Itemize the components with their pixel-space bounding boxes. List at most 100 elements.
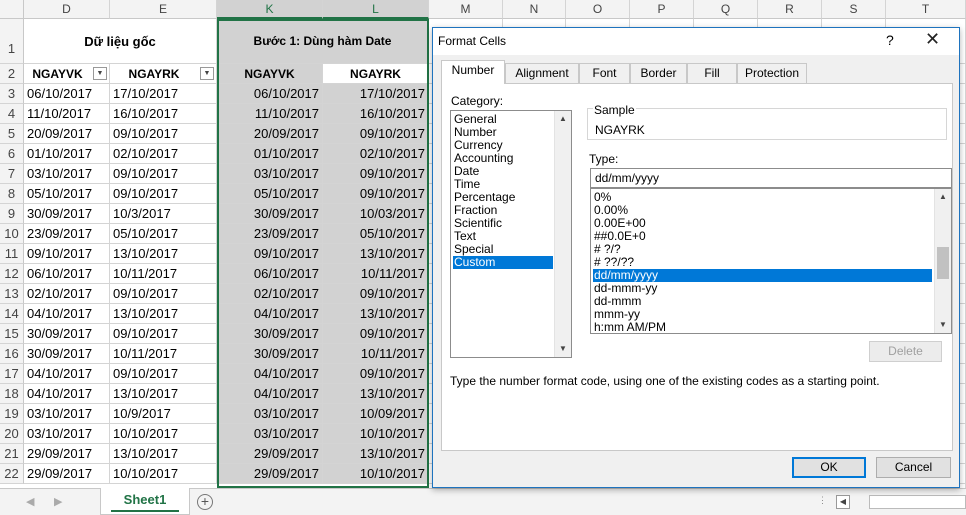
table-cell[interactable]: 09/10/2017 bbox=[110, 284, 217, 304]
table-cell[interactable]: 29/09/2017 bbox=[24, 444, 110, 464]
table-cell[interactable]: 10/09/2017 bbox=[323, 404, 429, 424]
row-header[interactable]: 9 bbox=[0, 204, 24, 224]
row-header[interactable]: 13 bbox=[0, 284, 24, 304]
table-cell[interactable]: 10/10/2017 bbox=[110, 464, 217, 484]
header-raw-data[interactable]: Dữ liệu gốc bbox=[24, 19, 217, 64]
row-header[interactable]: 4 bbox=[0, 104, 24, 124]
triangle-right-icon[interactable]: ▶ bbox=[54, 495, 62, 508]
table-cell[interactable]: 05/10/2017 bbox=[24, 184, 110, 204]
cancel-button[interactable]: Cancel bbox=[876, 457, 951, 478]
table-cell[interactable]: 30/09/2017 bbox=[217, 344, 323, 364]
table-cell[interactable]: 02/10/2017 bbox=[217, 284, 323, 304]
scroll-up-icon[interactable]: ▲ bbox=[555, 111, 571, 127]
scroll-down-icon[interactable]: ▼ bbox=[935, 317, 951, 333]
table-cell[interactable]: 17/10/2017 bbox=[323, 84, 429, 104]
table-cell[interactable]: 10/10/2017 bbox=[110, 424, 217, 444]
plus-circle-icon[interactable]: + bbox=[197, 494, 213, 510]
table-cell[interactable]: 29/09/2017 bbox=[24, 464, 110, 484]
table-cell[interactable]: 23/09/2017 bbox=[217, 224, 323, 244]
table-cell[interactable]: 04/10/2017 bbox=[217, 364, 323, 384]
table-cell[interactable]: 06/10/2017 bbox=[217, 264, 323, 284]
table-cell[interactable]: 17/10/2017 bbox=[110, 84, 217, 104]
type-item[interactable]: dd-mmm-yy bbox=[593, 282, 932, 295]
table-cell[interactable]: 09/10/2017 bbox=[323, 164, 429, 184]
scroll-up-icon[interactable]: ▲ bbox=[935, 189, 951, 205]
colheader-ngayvk-step1[interactable]: NGAYVK bbox=[217, 64, 323, 84]
column-header[interactable]: D bbox=[24, 0, 110, 19]
table-cell[interactable]: 09/10/2017 bbox=[110, 184, 217, 204]
dialog-titlebar[interactable]: Format Cells ? ✕ bbox=[433, 28, 959, 55]
table-cell[interactable]: 10/03/2017 bbox=[323, 204, 429, 224]
colheader-ngayvk-raw[interactable]: NGAYVK ▼ bbox=[24, 64, 110, 84]
table-cell[interactable]: 09/10/2017 bbox=[24, 244, 110, 264]
table-cell[interactable]: 04/10/2017 bbox=[24, 384, 110, 404]
table-cell[interactable]: 04/10/2017 bbox=[217, 384, 323, 404]
row-header[interactable]: 18 bbox=[0, 384, 24, 404]
close-icon[interactable]: ✕ bbox=[925, 29, 940, 50]
table-cell[interactable]: 03/10/2017 bbox=[217, 424, 323, 444]
filter-dropdown-icon[interactable]: ▼ bbox=[200, 67, 214, 80]
row-header[interactable]: 16 bbox=[0, 344, 24, 364]
table-cell[interactable]: 30/09/2017 bbox=[217, 204, 323, 224]
tab-alignment[interactable]: Alignment bbox=[505, 63, 579, 84]
filter-dropdown-icon[interactable]: ▼ bbox=[93, 67, 107, 80]
row-header[interactable]: 7 bbox=[0, 164, 24, 184]
table-cell[interactable]: 10/10/2017 bbox=[323, 464, 429, 484]
column-header[interactable]: O bbox=[566, 0, 630, 19]
table-cell[interactable]: 06/10/2017 bbox=[217, 84, 323, 104]
table-cell[interactable]: 10/11/2017 bbox=[323, 264, 429, 284]
table-cell[interactable]: 05/10/2017 bbox=[323, 224, 429, 244]
table-cell[interactable]: 10/11/2017 bbox=[110, 264, 217, 284]
table-cell[interactable]: 20/09/2017 bbox=[24, 124, 110, 144]
table-cell[interactable]: 09/10/2017 bbox=[323, 184, 429, 204]
table-cell[interactable]: 23/09/2017 bbox=[24, 224, 110, 244]
type-list[interactable]: ▲ ▼ 0% 0.00% 0.00E+00 ##0.0E+0 # ?/? # ??/?? d… bbox=[590, 188, 952, 334]
row-header[interactable]: 1 bbox=[0, 19, 24, 64]
table-cell[interactable]: 09/10/2017 bbox=[323, 324, 429, 344]
table-cell[interactable]: 05/10/2017 bbox=[110, 224, 217, 244]
table-cell[interactable]: 20/09/2017 bbox=[217, 124, 323, 144]
table-cell[interactable]: 09/10/2017 bbox=[323, 124, 429, 144]
table-cell[interactable]: 10/10/2017 bbox=[323, 424, 429, 444]
table-cell[interactable]: 10/3/2017 bbox=[110, 204, 217, 224]
help-icon[interactable]: ? bbox=[886, 32, 894, 48]
colheader-ngayrk-raw[interactable]: NGAYRK ▼ bbox=[110, 64, 217, 84]
table-cell[interactable]: 13/10/2017 bbox=[110, 384, 217, 404]
table-cell[interactable]: 04/10/2017 bbox=[24, 364, 110, 384]
table-cell[interactable]: 11/10/2017 bbox=[24, 104, 110, 124]
ok-button[interactable]: OK bbox=[792, 457, 866, 478]
tab-border[interactable]: Border bbox=[630, 63, 687, 84]
colheader-ngayrk-step1[interactable]: NGAYRK bbox=[323, 64, 429, 84]
type-item[interactable]: dd-mmm bbox=[593, 295, 932, 308]
table-cell[interactable]: 13/10/2017 bbox=[110, 444, 217, 464]
table-cell[interactable]: 11/10/2017 bbox=[217, 104, 323, 124]
row-header[interactable]: 10 bbox=[0, 224, 24, 244]
row-header[interactable]: 11 bbox=[0, 244, 24, 264]
table-cell[interactable]: 06/10/2017 bbox=[24, 264, 110, 284]
table-cell[interactable]: 13/10/2017 bbox=[323, 304, 429, 324]
type-item[interactable]: # ?/? bbox=[593, 243, 932, 256]
table-cell[interactable]: 09/10/2017 bbox=[323, 364, 429, 384]
column-header[interactable]: P bbox=[630, 0, 694, 19]
table-cell[interactable]: 04/10/2017 bbox=[24, 304, 110, 324]
category-list[interactable]: ▲ ▼ General Number Currency Accounting Date T… bbox=[450, 110, 572, 358]
tab-font[interactable]: Font bbox=[579, 63, 630, 84]
table-cell[interactable]: 29/09/2017 bbox=[217, 464, 323, 484]
table-cell[interactable]: 10/11/2017 bbox=[323, 344, 429, 364]
delete-button[interactable]: Delete bbox=[869, 341, 942, 362]
type-input[interactable]: dd/mm/yyyy bbox=[590, 168, 952, 188]
table-cell[interactable]: 01/10/2017 bbox=[217, 144, 323, 164]
column-header[interactable]: T bbox=[886, 0, 966, 19]
table-cell[interactable]: 03/10/2017 bbox=[24, 404, 110, 424]
select-all-corner[interactable] bbox=[0, 0, 24, 19]
table-cell[interactable]: 03/10/2017 bbox=[217, 404, 323, 424]
row-header[interactable]: 19 bbox=[0, 404, 24, 424]
column-header[interactable]: M bbox=[429, 0, 503, 19]
table-cell[interactable]: 13/10/2017 bbox=[110, 304, 217, 324]
row-header[interactable]: 22 bbox=[0, 464, 24, 484]
row-header[interactable]: 21 bbox=[0, 444, 24, 464]
table-cell[interactable]: 30/09/2017 bbox=[24, 324, 110, 344]
column-header[interactable]: N bbox=[503, 0, 566, 19]
column-header[interactable]: L bbox=[323, 0, 429, 19]
row-header[interactable]: 14 bbox=[0, 304, 24, 324]
